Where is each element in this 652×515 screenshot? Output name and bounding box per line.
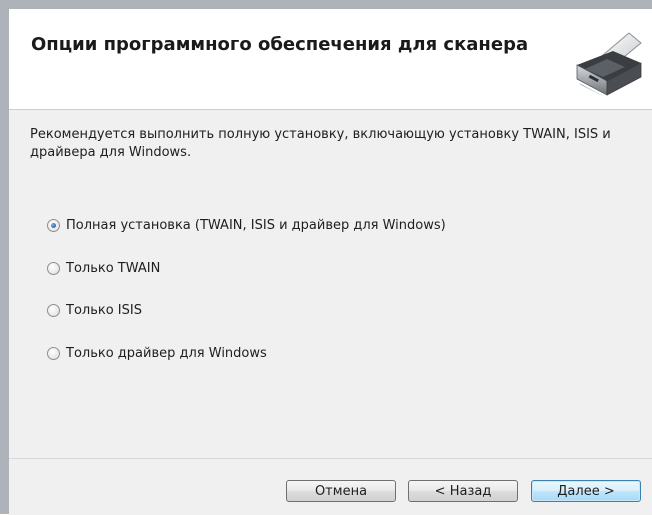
radio-isis-only[interactable]: Только ISIS bbox=[47, 303, 142, 318]
scanner-icon bbox=[576, 32, 642, 99]
radio-button[interactable] bbox=[47, 304, 60, 317]
radio-button-selected[interactable] bbox=[47, 219, 60, 232]
next-button[interactable]: Далее > bbox=[531, 480, 641, 502]
back-button[interactable]: < Назад bbox=[408, 480, 518, 502]
dialog-content: Рекомендуется выполнить полную установку… bbox=[9, 110, 652, 458]
page-title: Опции программного обеспечения для скане… bbox=[31, 34, 529, 55]
dialog-header: Опции программного обеспечения для скане… bbox=[9, 9, 652, 110]
installer-window: Опции программного обеспечения для скане… bbox=[0, 0, 652, 515]
dialog-footer: Отмена < Назад Далее > bbox=[9, 458, 652, 515]
radio-label[interactable]: Полная установка (TWAIN, ISIS и драйвер … bbox=[66, 218, 446, 233]
radio-label[interactable]: Только TWAIN bbox=[66, 261, 160, 276]
radio-twain-only[interactable]: Только TWAIN bbox=[47, 261, 160, 276]
radio-label[interactable]: Только ISIS bbox=[66, 303, 142, 318]
cancel-button[interactable]: Отмена bbox=[286, 480, 396, 502]
radio-windows-driver-only[interactable]: Только драйвер для Windows bbox=[47, 346, 267, 361]
radio-button[interactable] bbox=[47, 347, 60, 360]
radio-button[interactable] bbox=[47, 262, 60, 275]
radio-label[interactable]: Только драйвер для Windows bbox=[66, 346, 267, 361]
description-text: Рекомендуется выполнить полную установку… bbox=[30, 127, 611, 160]
radio-full-install[interactable]: Полная установка (TWAIN, ISIS и драйвер … bbox=[47, 218, 446, 233]
